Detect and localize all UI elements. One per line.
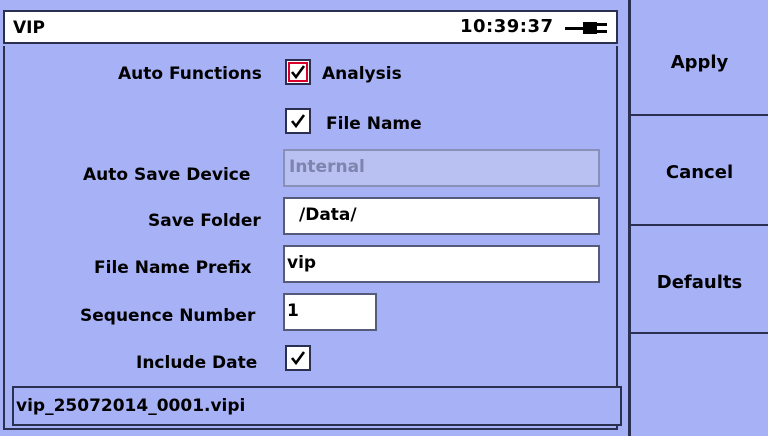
settings-form <box>3 46 618 430</box>
file-name-label: File Name <box>326 114 422 134</box>
analysis-checkbox[interactable] <box>285 59 311 85</box>
vip-screen: VIP 10:39:37 Auto Functions Analysis Fil… <box>0 0 768 436</box>
include-date-checkbox[interactable] <box>285 345 311 371</box>
auto-save-device-label: Auto Save Device <box>83 165 251 185</box>
checkmark-icon <box>290 65 306 80</box>
checkmark-icon <box>290 114 306 129</box>
analysis-label: Analysis <box>322 64 402 84</box>
cancel-label: Cancel <box>665 162 734 183</box>
cancel-button[interactable]: Cancel <box>631 116 768 226</box>
file-name-prefix-label: File Name Prefix <box>94 258 252 278</box>
defaults-button[interactable]: Defaults <box>631 226 768 334</box>
auto-save-device-field: Internal <box>283 149 600 187</box>
file-name-checkbox[interactable] <box>285 108 311 134</box>
empty-softkey[interactable] <box>631 334 768 436</box>
defaults-label: Defaults <box>656 272 743 293</box>
window-title: VIP <box>13 18 45 38</box>
apply-label: Apply <box>670 52 729 73</box>
include-date-label: Include Date <box>136 353 258 373</box>
file-name-prefix-field[interactable]: vip <box>283 245 600 283</box>
title-bar: VIP 10:39:37 <box>3 10 618 44</box>
plug-icon <box>565 22 607 34</box>
checkmark-icon <box>290 351 306 366</box>
sequence-number-field[interactable]: 1 <box>283 293 377 331</box>
save-folder-label: Save Folder <box>148 211 261 231</box>
apply-button[interactable]: Apply <box>631 0 768 116</box>
softkey-panel: Apply Cancel Defaults <box>628 0 768 436</box>
main-panel: VIP 10:39:37 Auto Functions Analysis Fil… <box>0 0 628 436</box>
save-folder-field[interactable]: /Data/ <box>283 197 600 235</box>
filename-preview: vip_25072014_0001.vipi <box>12 386 622 426</box>
clock: 10:39:37 <box>460 16 554 37</box>
sequence-number-label: Sequence Number <box>80 306 256 326</box>
auto-functions-label: Auto Functions <box>118 64 262 84</box>
